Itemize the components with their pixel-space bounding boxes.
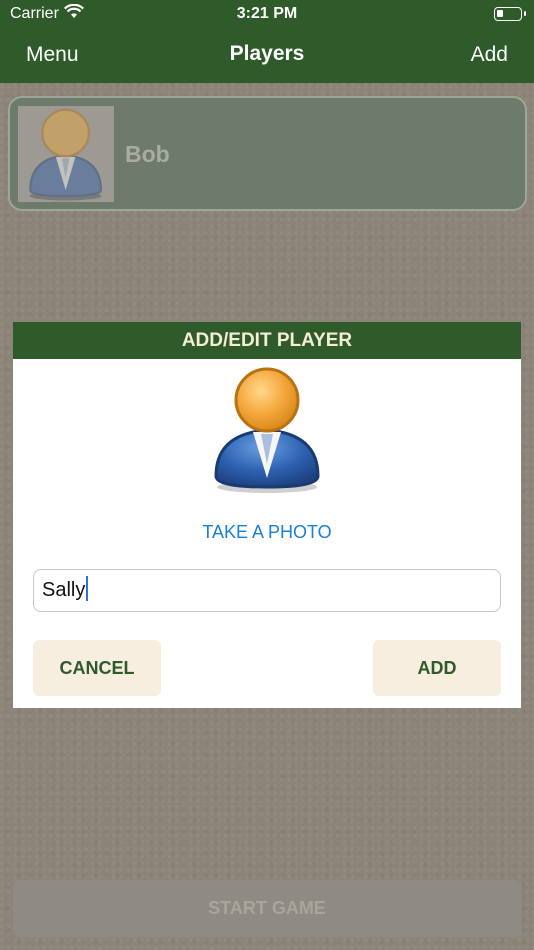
- add-edit-player-dialog: ADD/EDIT PLAYER TAKE A PHOTO Sally CANCE…: [13, 322, 521, 708]
- player-name-input[interactable]: Sally: [33, 569, 501, 612]
- battery-icon: [494, 7, 526, 21]
- page-title: Players: [229, 42, 305, 65]
- player-name-value: Sally: [42, 579, 86, 601]
- person-avatar-icon: [29, 108, 103, 201]
- navigation-bar: Menu Players Add: [0, 28, 534, 83]
- text-caret: [86, 576, 89, 601]
- cancel-button[interactable]: CANCEL: [33, 640, 161, 696]
- start-game-button[interactable]: START GAME: [13, 880, 521, 937]
- player-list-item[interactable]: Bob: [8, 96, 527, 211]
- add-button[interactable]: ADD: [373, 640, 501, 696]
- add-player-nav-button[interactable]: Add: [471, 43, 508, 67]
- dialog-title: ADD/EDIT PLAYER: [13, 322, 521, 359]
- status-bar: Carrier 3:21 PM: [0, 0, 534, 28]
- person-avatar-icon[interactable]: [210, 366, 325, 494]
- player-name: Bob: [125, 141, 170, 167]
- clock: 3:21 PM: [236, 5, 298, 22]
- player-avatar: [18, 106, 114, 202]
- take-photo-link[interactable]: TAKE A PHOTO: [13, 522, 521, 543]
